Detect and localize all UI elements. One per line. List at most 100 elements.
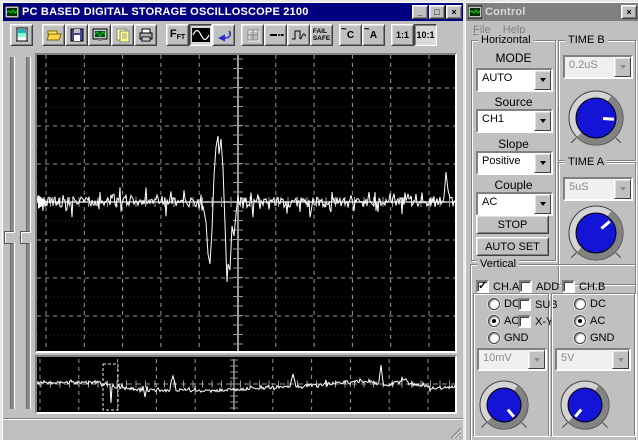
chb-dc-label: DC (590, 298, 606, 310)
main-titlebar[interactable]: PC BASED DIGITAL STORAGE OSCILLOSCOPE 21… (3, 3, 464, 21)
couple-combobox[interactable]: AC (476, 192, 553, 216)
control-close-button[interactable]: × (621, 5, 637, 19)
calibrate-c-button[interactable]: ~ C (339, 24, 362, 46)
slope-value: Positive (478, 153, 534, 173)
status-bar (3, 418, 464, 440)
print-button[interactable] (134, 24, 157, 46)
cal-c-label: ~ C (340, 23, 355, 41)
source-combobox[interactable]: CH1 (476, 109, 553, 133)
xy-enable[interactable]: X-Y (518, 315, 553, 328)
probe-1-1-button[interactable]: 1:1 (391, 24, 414, 46)
chevron-down-icon (533, 357, 540, 362)
chb-gain-knob[interactable] (552, 375, 618, 440)
resize-grip[interactable] (449, 426, 461, 438)
control-app-icon (467, 5, 483, 19)
xy-checkbox[interactable] (518, 315, 531, 328)
chb-range-combobox[interactable]: 5V (555, 348, 631, 371)
cha-gnd-label: GND (504, 332, 529, 344)
probe-10-1-button[interactable]: 10:1 (414, 24, 437, 46)
fail-safe-label: FAIL SAFE (312, 28, 331, 42)
cha-dc-radio[interactable] (488, 298, 500, 310)
fail-safe-button[interactable]: FAIL SAFE (310, 24, 333, 46)
grid-icon (247, 29, 259, 42)
grid-toggle-button[interactable] (241, 24, 264, 46)
cha-range-dropdown-button[interactable] (528, 350, 545, 369)
cha-position-thumb[interactable] (4, 231, 20, 244)
time-a-knob[interactable] (560, 200, 632, 271)
printer-icon (139, 28, 152, 42)
dotted-line-button[interactable] (264, 24, 287, 46)
chevron-down-icon (539, 119, 546, 123)
cha-range-combobox[interactable]: 10mV (477, 348, 547, 371)
sub-checkbox[interactable] (518, 298, 531, 311)
oscilloscope-window: PC BASED DIGITAL STORAGE OSCILLOSCOPE 21… (0, 0, 467, 440)
time-b-combobox[interactable]: 0.2uS (563, 55, 633, 79)
time-b-knob[interactable] (560, 85, 632, 156)
chb-coupling-ac[interactable]: AC (574, 315, 605, 327)
chb-gnd-label: GND (590, 332, 615, 344)
slope-dropdown-button[interactable] (534, 153, 551, 173)
cha-checkbox-label: CH.A (493, 280, 520, 293)
chb-checkbox-label: CH.B (579, 280, 606, 293)
cha-gnd-radio[interactable] (488, 332, 500, 344)
minimize-button[interactable]: _ (412, 5, 428, 19)
auto-set-button[interactable]: AUTO SET (476, 237, 549, 256)
close-button[interactable]: × (446, 5, 462, 19)
chb-ac-radio[interactable] (574, 315, 586, 327)
sweep-back-button[interactable] (212, 24, 235, 46)
cha-enable[interactable]: CH.A (476, 279, 520, 293)
toolbar: FFT FAIL SAFE ~ C ~ A 1:1 10:1 (4, 23, 437, 47)
time-b-dropdown-button[interactable] (614, 57, 631, 77)
chb-checkbox[interactable] (562, 280, 575, 293)
cal-a-label: ~ A (363, 23, 378, 41)
add-enable[interactable]: ADD (519, 280, 559, 293)
mode-dropdown-button[interactable] (534, 70, 551, 90)
exit-button[interactable] (10, 24, 33, 46)
cha-gain-knob[interactable] (471, 375, 537, 440)
mode-combobox[interactable]: AUTO (476, 68, 553, 92)
capture-screen-button[interactable] (88, 24, 111, 46)
time-a-dropdown-button[interactable] (614, 179, 631, 199)
source-dropdown-button[interactable] (534, 111, 551, 131)
open-folder-icon (45, 30, 62, 41)
sine-wave-icon (191, 28, 210, 42)
cha-ac-radio[interactable] (488, 315, 500, 327)
pulse-icon (291, 30, 306, 40)
vertical-group-label: Vertical (477, 258, 520, 270)
stop-button[interactable]: STOP (476, 215, 549, 234)
calibrate-a-button[interactable]: ~ A (362, 24, 385, 46)
couple-label: Couple (494, 178, 533, 192)
time-b-group: TIME B 0.2uS (558, 34, 636, 161)
mode-value: AUTO (478, 70, 534, 90)
chb-coupling-dc[interactable]: DC (574, 298, 606, 310)
open-file-button[interactable] (42, 24, 65, 46)
fft-button[interactable]: FFT (166, 24, 189, 46)
cha-coupling-gnd[interactable]: GND (488, 332, 528, 344)
couple-dropdown-button[interactable] (534, 194, 551, 214)
chb-position-thumb[interactable] (20, 231, 36, 244)
chb-gnd-radio[interactable] (574, 332, 586, 344)
trigger-edge-button[interactable] (287, 24, 310, 46)
time-a-group-label: TIME A (565, 156, 608, 168)
time-a-combobox[interactable]: 5uS (563, 177, 633, 201)
add-checkbox[interactable] (519, 280, 532, 293)
time-a-value: 5uS (565, 179, 614, 199)
overview-scope-screen (35, 355, 457, 414)
chb-dc-radio[interactable] (574, 298, 586, 310)
save-button[interactable] (65, 24, 88, 46)
cha-checkbox[interactable] (476, 279, 489, 293)
cha-coupling-dc[interactable]: DC (488, 298, 520, 310)
chb-enable[interactable]: CH.B (562, 280, 605, 293)
cha-coupling-ac[interactable]: AC (488, 315, 519, 327)
slope-combobox[interactable]: Positive (476, 151, 553, 175)
chevron-down-icon (539, 161, 546, 165)
copy-notes-button[interactable] (111, 24, 134, 46)
chb-coupling-gnd[interactable]: GND (574, 332, 614, 344)
maximize-button[interactable]: □ (429, 5, 445, 19)
vertical-group: Vertical CH.A ADD CH.B DC (470, 258, 636, 440)
chb-range-dropdown-button[interactable] (612, 350, 629, 369)
control-titlebar[interactable]: Control × (466, 3, 638, 21)
waveform-display-button[interactable] (189, 24, 212, 46)
exit-door-icon (15, 27, 28, 42)
horizontal-group-label: Horizontal (478, 34, 534, 46)
